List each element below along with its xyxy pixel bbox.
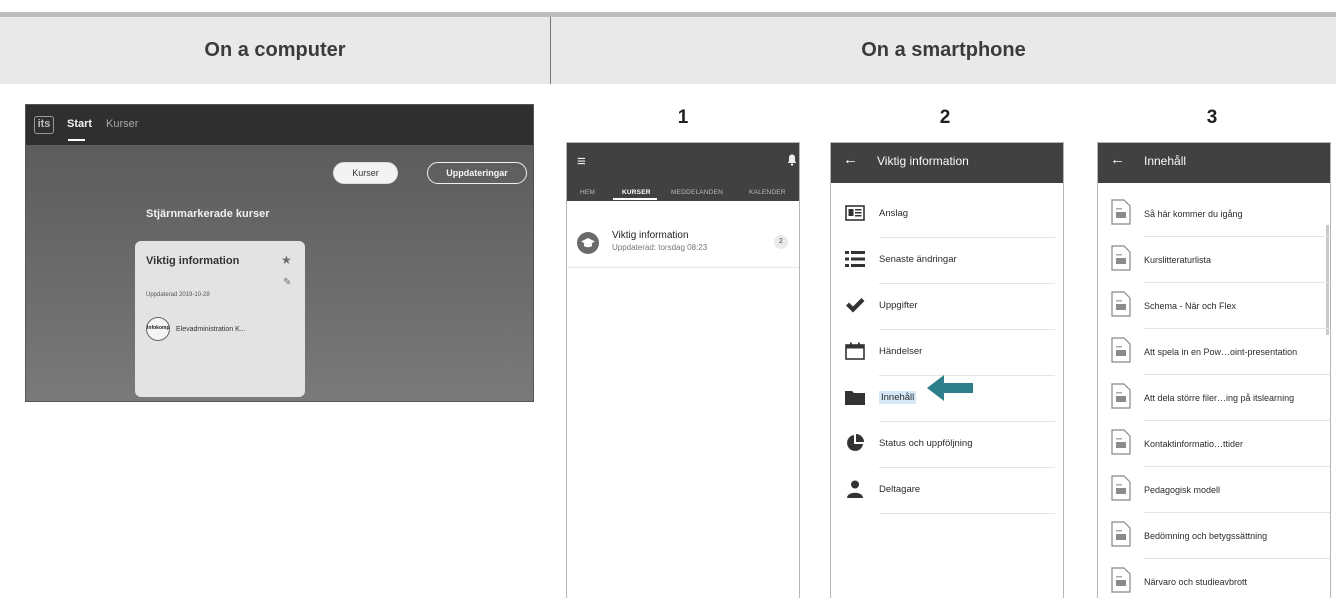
content-item[interactable]: Så här kommer du igång <box>1098 191 1330 237</box>
tab-hem[interactable]: HEM <box>580 189 595 196</box>
phone3-title: Innehåll <box>1144 154 1187 168</box>
content-item[interactable]: Att dela större filer…ing på itslearning <box>1098 375 1330 421</box>
content-item-label: Att dela större filer…ing på itslearning <box>1144 393 1295 403</box>
checkmark-icon <box>845 295 865 315</box>
content-item-label: Kurslitteraturlista <box>1144 255 1212 265</box>
menu-item-anslag[interactable]: Anslag <box>831 191 1063 238</box>
pie-chart-icon <box>845 433 865 453</box>
phone-1: ≡ HEM KURSER MEDDELANDEN KALENDER Viktig… <box>566 142 800 598</box>
back-arrow-icon[interactable]: ← <box>843 151 858 168</box>
folder-icon <box>845 387 865 407</box>
menu-icon[interactable]: ≡ <box>577 153 586 170</box>
phone-2: ← Viktig information Anslag Senaste ändr… <box>830 142 1064 598</box>
unread-badge: 2 <box>774 235 788 249</box>
content-item[interactable]: Kurslitteraturlista <box>1098 237 1330 283</box>
menu-item-handelser[interactable]: Händelser <box>831 329 1063 376</box>
content-item[interactable]: Kontaktinformatio…ttider <box>1098 421 1330 467</box>
document-icon <box>1111 337 1131 363</box>
header-smartphone: On a smartphone <box>551 17 1336 84</box>
desktop-top-bar: its Start Kurser <box>26 105 533 145</box>
nav-active-underline <box>68 139 85 141</box>
header-computer: On a computer <box>0 17 550 84</box>
star-icon[interactable]: ★ <box>281 253 292 267</box>
menu-label-handelser: Händelser <box>879 346 923 357</box>
menu-item-uppgifter[interactable]: Uppgifter <box>831 283 1063 330</box>
content-item[interactable]: Pedagogisk modell <box>1098 467 1330 513</box>
bell-icon[interactable] <box>787 154 797 169</box>
person-icon <box>845 479 865 499</box>
content-item[interactable]: Att spela in en Pow…oint-presentation <box>1098 329 1330 375</box>
step-3: 3 <box>1206 107 1218 128</box>
pencil-icon[interactable]: ✎ <box>283 277 291 288</box>
menu-label-senaste-andringar: Senaste ändringar <box>879 254 957 265</box>
phone-3: ← Innehåll Så här kommer du igång Kursli… <box>1097 142 1331 598</box>
menu-label-status: Status och uppföljning <box>879 438 973 449</box>
tab-meddelanden[interactable]: MEDDELANDEN <box>671 189 723 196</box>
card-owner: Elevadministration K... <box>176 326 246 333</box>
pointer-arrow-icon <box>927 375 973 401</box>
step-2: 2 <box>939 107 951 128</box>
content-item-label: Schema - När och Flex <box>1144 301 1237 311</box>
page: On a computer On a smartphone its Start … <box>0 0 1336 598</box>
document-icon <box>1111 291 1131 317</box>
menu-label-deltagare: Deltagare <box>879 484 921 495</box>
starred-courses-title: Stjärnmarkerade kurser <box>146 208 270 220</box>
menu-item-deltagare[interactable]: Deltagare <box>831 467 1063 514</box>
course-list-item[interactable]: Viktig information Uppdaterad: torsdag 0… <box>567 224 799 268</box>
tab-kurser[interactable]: KURSER <box>622 189 651 196</box>
document-icon <box>1111 567 1131 593</box>
menu-label-uppgifter: Uppgifter <box>879 300 918 311</box>
document-icon <box>1111 245 1131 271</box>
phone1-tabs: HEM KURSER MEDDELANDEN KALENDER <box>567 171 799 201</box>
content-item-label: Kontaktinformatio…ttider <box>1144 439 1244 449</box>
its-logo[interactable]: its <box>34 116 54 134</box>
content-item-label: Att spela in en Pow…oint-presentation <box>1144 347 1298 357</box>
back-arrow-icon[interactable]: ← <box>1110 151 1125 168</box>
content-item[interactable]: Bedömning och betygssättning <box>1098 513 1330 559</box>
mortarboard-icon <box>577 232 599 254</box>
tab-active-underline <box>613 198 657 200</box>
content-item-label: Närvaro och studieavbrott <box>1144 577 1248 587</box>
document-icon <box>1111 199 1131 225</box>
document-icon <box>1111 475 1131 501</box>
card-title[interactable]: Viktig information <box>146 255 239 267</box>
phone2-title: Viktig information <box>877 154 969 168</box>
desktop-screenshot: its Start Kurser Kurser Uppdateringar St… <box>25 104 534 402</box>
card-date: Uppdaterad 2019-10-28 <box>146 292 210 298</box>
document-icon <box>1111 383 1131 409</box>
list-icon <box>845 249 865 269</box>
step-1: 1 <box>677 107 689 128</box>
content-item-label: Bedömning och betygssättning <box>1144 531 1268 541</box>
course-card[interactable]: Viktig information ★ ✎ Uppdaterad 2019-1… <box>135 241 305 397</box>
document-icon <box>1111 429 1131 455</box>
menu-label-innehall: Innehåll <box>879 391 917 404</box>
menu-item-status[interactable]: Status och uppföljning <box>831 421 1063 468</box>
course-subtitle: Uppdaterad: torsdag 08:23 <box>612 243 708 252</box>
nav-start[interactable]: Start <box>67 118 92 130</box>
updates-button[interactable]: Uppdateringar <box>427 162 527 184</box>
course-title: Viktig information <box>612 230 689 241</box>
innehall-highlight: Innehåll <box>879 391 917 404</box>
divider <box>879 513 1055 514</box>
content-item-label: Pedagogisk modell <box>1144 485 1221 495</box>
menu-item-senaste-andringar[interactable]: Senaste ändringar <box>831 237 1063 284</box>
phone3-app-bar: ← Innehåll <box>1098 143 1330 183</box>
nav-kurser[interactable]: Kurser <box>106 118 138 130</box>
bulletin-icon <box>845 203 865 223</box>
content-item[interactable]: Schema - När och Flex <box>1098 283 1330 329</box>
phone2-app-bar: ← Viktig information <box>831 143 1063 183</box>
document-icon <box>1111 521 1131 547</box>
content-item-label: Så här kommer du igång <box>1144 209 1243 219</box>
calendar-icon <box>845 341 865 361</box>
tab-kalender[interactable]: KALENDER <box>749 189 786 196</box>
content-item[interactable]: Närvaro och studieavbrott <box>1098 559 1330 598</box>
owner-avatar: infokomp <box>146 317 170 341</box>
menu-label-anslag: Anslag <box>879 208 909 219</box>
kurser-button[interactable]: Kurser <box>333 162 398 184</box>
